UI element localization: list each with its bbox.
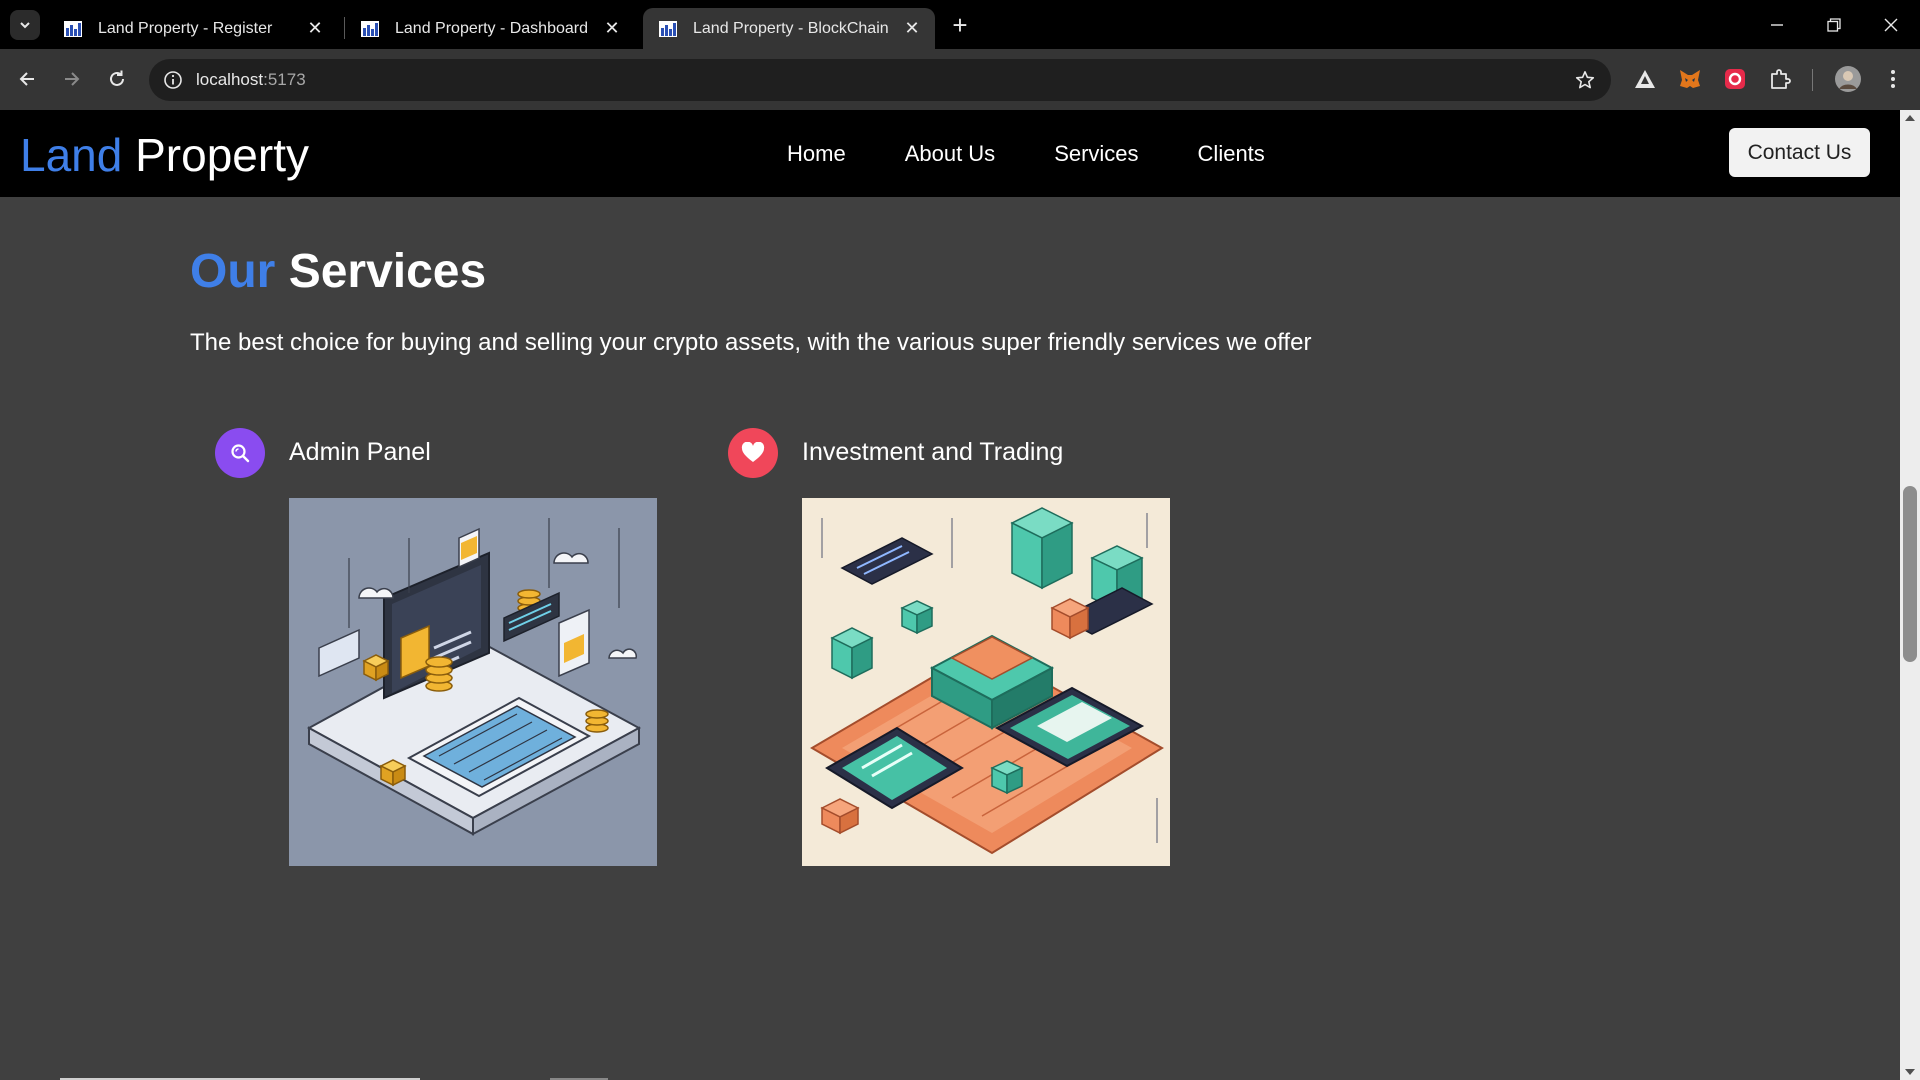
reload-icon <box>110 70 124 86</box>
tab-title: Land Property - BlockChain <box>693 19 889 37</box>
heading-accent-word: Our <box>190 245 276 298</box>
close-window-button[interactable] <box>1862 0 1920 49</box>
extension-triangle-icon[interactable] <box>1630 64 1660 94</box>
browser-tab-strip: Land Property - Register ✕ Land Property… <box>0 0 1920 49</box>
extensions-puzzle-icon[interactable] <box>1765 64 1795 94</box>
main-menu: Home About Us Services Clients <box>787 141 1324 167</box>
services-subtitle: The best choice for buying and selling y… <box>190 329 1312 356</box>
investment-trading-illustration <box>802 498 1170 866</box>
service-title: Investment and Trading <box>802 438 1064 466</box>
arrow-right-icon <box>65 72 80 86</box>
tab-search-button[interactable] <box>10 10 40 40</box>
scroll-up-arrow-icon[interactable] <box>1905 115 1915 121</box>
close-tab-icon[interactable]: ✕ <box>599 16 625 42</box>
url-host: localhost <box>196 70 264 89</box>
logo-accent-word: Land <box>20 129 123 181</box>
tab-blockchain[interactable]: Land Property - BlockChain ✕ <box>643 8 935 49</box>
nav-link-services[interactable]: Services <box>1054 141 1138 167</box>
red-extension-icon[interactable] <box>1720 64 1750 94</box>
new-tab-button[interactable]: + <box>946 12 974 40</box>
address-bar[interactable]: localhost:5173 <box>149 59 1611 101</box>
reload-button[interactable] <box>100 62 134 96</box>
site-favicon-icon <box>359 18 381 40</box>
toolbar-divider <box>1812 69 1813 91</box>
heading-word: Services <box>288 245 487 298</box>
site-favicon-icon <box>62 18 84 40</box>
tab-title: Land Property - Dashboard <box>395 19 588 37</box>
tab-dashboard[interactable]: Land Property - Dashboard ✕ <box>345 8 635 49</box>
site-info-icon[interactable] <box>162 69 184 91</box>
back-button[interactable] <box>10 62 44 96</box>
chevron-down-icon <box>20 22 30 29</box>
close-tab-icon[interactable]: ✕ <box>302 16 328 42</box>
services-heading: Our Services <box>190 244 486 299</box>
metamask-fox-icon[interactable] <box>1675 64 1705 94</box>
forward-button[interactable] <box>55 62 89 96</box>
service-title: Admin Panel <box>289 438 431 466</box>
browser-toolbar: localhost:5173 <box>0 49 1920 110</box>
nav-link-clients[interactable]: Clients <box>1198 141 1265 167</box>
restore-icon <box>1827 17 1841 32</box>
page-scrollbar[interactable] <box>1900 110 1920 1080</box>
nav-link-about-us[interactable]: About Us <box>905 141 996 167</box>
site-favicon-icon <box>657 18 679 40</box>
scroll-down-arrow-icon[interactable] <box>1905 1069 1915 1075</box>
arrow-left-icon <box>19 72 34 86</box>
url-text: localhost:5173 <box>196 70 306 90</box>
tab-register[interactable]: Land Property - Register ✕ <box>48 8 338 49</box>
bookmark-star-icon[interactable] <box>1573 68 1597 92</box>
url-port: :5173 <box>263 70 306 89</box>
minimize-window-button[interactable] <box>1748 0 1806 49</box>
admin-panel-illustration <box>289 498 657 866</box>
contact-us-button[interactable]: Contact Us <box>1729 128 1870 177</box>
logo-word: Property <box>135 129 309 181</box>
scrollbar-thumb[interactable] <box>1903 486 1917 662</box>
nav-link-home[interactable]: Home <box>787 141 846 167</box>
restore-window-button[interactable] <box>1805 0 1863 49</box>
search-icon <box>215 428 265 478</box>
site-logo[interactable]: Land Property <box>20 128 309 182</box>
page-viewport: Land Property Home About Us Services Cli… <box>0 110 1900 1080</box>
minimize-icon <box>1771 23 1783 26</box>
heart-icon <box>728 428 778 478</box>
site-navbar: Land Property Home About Us Services Cli… <box>0 110 1900 197</box>
profile-avatar[interactable] <box>1833 64 1863 94</box>
close-icon <box>1884 18 1898 31</box>
browser-menu-icon[interactable] <box>1878 64 1908 94</box>
close-tab-icon[interactable]: ✕ <box>899 16 925 42</box>
tab-title: Land Property - Register <box>98 19 273 37</box>
